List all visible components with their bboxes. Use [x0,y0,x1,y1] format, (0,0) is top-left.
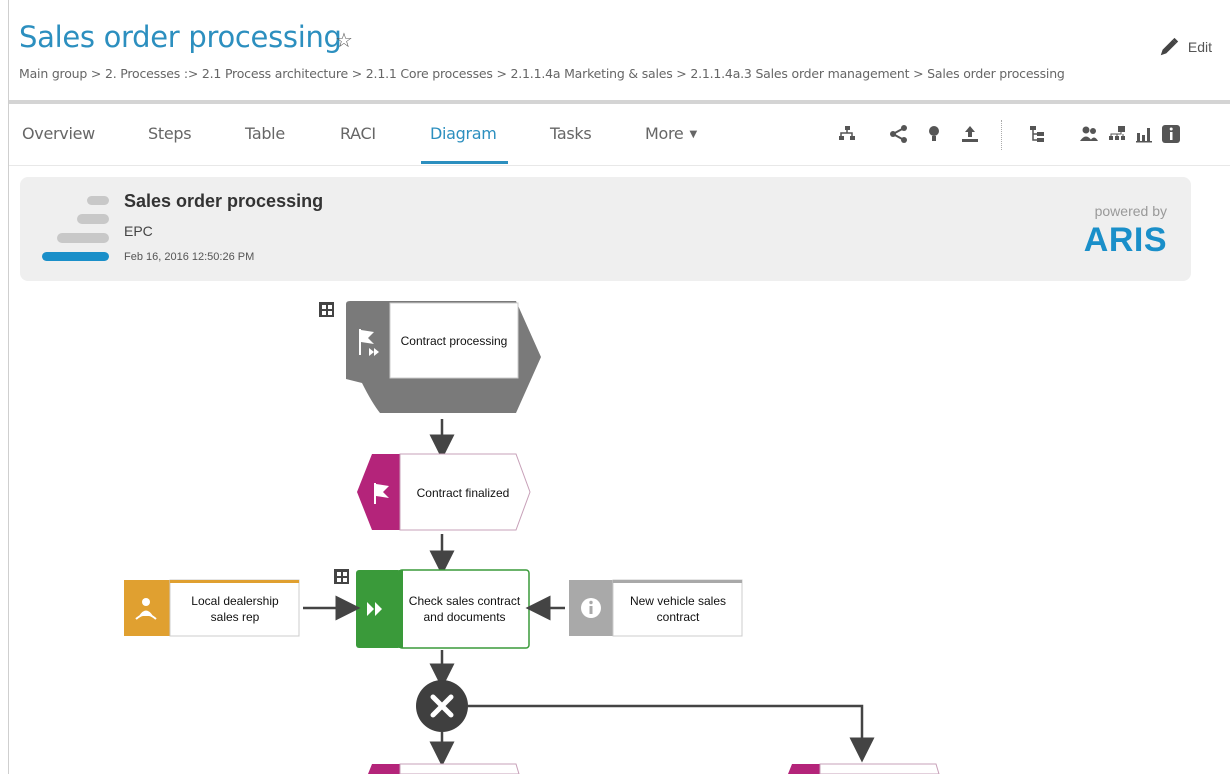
model-name: Sales order processing [124,191,324,211]
event-label: Contract finalized [416,486,510,500]
hierarchy-icon[interactable] [1027,123,1049,145]
people-icon[interactable] [1078,123,1100,145]
edit-label: Edit [1187,39,1212,55]
process-flow-icon[interactable] [836,123,858,145]
info-icon[interactable] [1160,123,1182,145]
information-label: New vehicle sales contract [629,594,727,624]
tab-steps[interactable]: Steps [148,124,192,143]
model-info-panel: Sales order processing EPC Feb 16, 2016 … [20,177,1191,281]
model-date: Feb 16, 2016 12:50:26 PM [124,251,255,263]
pencil-icon [1160,37,1179,56]
page-header: Sales order processing ☆ Edit Main group… [9,0,1230,100]
info-circle-icon [581,598,601,618]
edit-button[interactable]: Edit [1158,36,1212,58]
tab-more[interactable]: More ▼ [645,124,697,143]
share-icon[interactable] [888,123,910,145]
tab-diagram[interactable]: Diagram [430,124,497,143]
bar-chart-icon[interactable] [1133,123,1155,145]
tab-overview[interactable]: Overview [22,124,95,143]
model-type: EPC [124,223,153,239]
tab-tasks[interactable]: Tasks [550,124,592,143]
favorite-star-icon[interactable]: ☆ [335,28,353,53]
tab-table[interactable]: Table [245,124,285,143]
function-assignment-icon[interactable] [334,569,349,584]
chevron-down-icon: ▼ [689,129,697,140]
event-node-next-right[interactable] [788,763,940,774]
org-chart-icon[interactable] [1106,123,1128,145]
page-title: Sales order processing [19,20,342,54]
lightbulb-icon[interactable] [923,123,945,145]
tab-more-label: More [645,124,684,143]
function-label: Check sales contract and documents [408,594,521,624]
xor-connector[interactable] [416,680,468,732]
toolbar-separator [1001,120,1002,150]
process-interface-label: Contract processing [400,333,508,348]
tab-bar: Overview Steps Table RACI Diagram Tasks … [9,104,1230,166]
role-label: Local dealership sales rep [191,594,279,624]
event-node-next-left[interactable] [368,763,520,774]
tab-raci[interactable]: RACI [340,124,376,143]
epc-diagram[interactable]: Contract processing Contract finalized C… [0,282,1230,774]
aris-logo: ARIS [1083,221,1167,259]
active-tab-indicator [421,161,508,164]
diagram-canvas [124,301,940,774]
powered-by-text: powered by [1094,203,1167,219]
breadcrumb[interactable]: Main group > 2. Processes :> 2.1 Process… [19,66,1065,81]
assignment-icon[interactable] [319,302,334,317]
upload-icon[interactable] [959,123,981,145]
